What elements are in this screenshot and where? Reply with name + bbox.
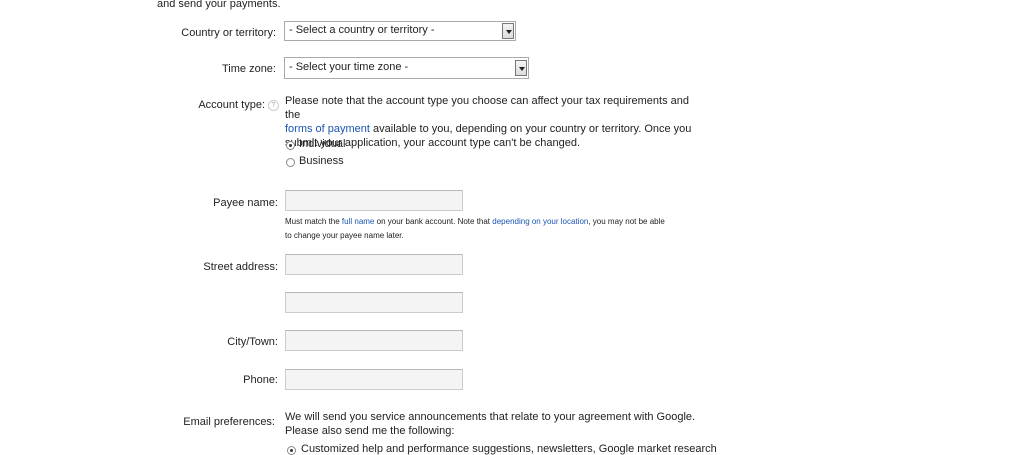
help-icon[interactable]: ? <box>268 100 279 111</box>
dropdown-arrow-icon[interactable] <box>515 60 527 76</box>
street-address-line2-input[interactable] <box>285 292 463 313</box>
forms-of-payment-link[interactable]: forms of payment <box>285 123 370 135</box>
country-select[interactable]: - Select a country or territory - <box>284 21 516 41</box>
payee-hint-line2: to change your payee name later. <box>285 231 404 240</box>
city-input[interactable] <box>285 330 463 351</box>
individual-radio[interactable] <box>286 141 295 150</box>
customized-help-checkbox[interactable] <box>287 446 296 455</box>
payee-hint-text-a: Must match the <box>285 217 340 226</box>
account-type-note-line2-text: available to you, depending on your coun… <box>373 123 692 135</box>
payee-hint-text-b: on your bank account. Note that <box>376 217 491 226</box>
phone-input[interactable] <box>285 369 463 390</box>
payee-name-hint: Must match the full name on your bank ac… <box>285 215 705 243</box>
account-type-label-text: Account type: <box>198 99 265 111</box>
city-label: City/Town: <box>227 336 278 348</box>
individual-label[interactable]: Individual <box>299 138 345 150</box>
business-label[interactable]: Business <box>299 155 344 167</box>
dropdown-arrow-icon[interactable] <box>502 23 514 39</box>
depending-on-location-link[interactable]: depending on your location <box>492 217 588 226</box>
payee-hint-text-c: , you may not be able <box>588 217 665 226</box>
payee-hint-line1: Must match the full name on your bank ac… <box>285 215 705 229</box>
timezone-select-value: - Select your time zone - <box>289 61 409 73</box>
email-pref-line2: Please also send me the following: <box>285 425 455 437</box>
email-pref-line1: We will send you service announcements t… <box>285 411 696 423</box>
account-type-label: Account type:? <box>198 99 279 111</box>
timezone-label: Time zone: <box>221 63 276 75</box>
street-address-label: Street address: <box>203 261 278 273</box>
account-type-note-line3: submit your application, your account ty… <box>285 137 581 149</box>
payee-name-input[interactable] <box>285 190 463 211</box>
payee-name-label: Payee name: <box>213 197 278 209</box>
full-name-link[interactable]: full name <box>342 217 374 226</box>
business-radio[interactable] <box>286 158 295 167</box>
country-label: Country or territory: <box>181 27 276 39</box>
email-preferences-text: We will send you service announcements t… <box>285 410 705 438</box>
intro-text: and send your payments. <box>157 0 281 10</box>
street-address-line1-input[interactable] <box>285 254 463 275</box>
account-type-note-line1: Please note that the account type you ch… <box>285 95 689 121</box>
country-select-value: - Select a country or territory - <box>289 24 435 36</box>
account-type-note-line2: forms of payment available to you, depen… <box>285 122 705 136</box>
email-preferences-label: Email preferences: <box>183 416 275 428</box>
customized-help-label[interactable]: Customized help and performance suggesti… <box>301 443 717 455</box>
phone-label: Phone: <box>243 374 278 386</box>
account-type-note: Please note that the account type you ch… <box>285 94 705 150</box>
timezone-select[interactable]: - Select your time zone - <box>284 57 529 79</box>
